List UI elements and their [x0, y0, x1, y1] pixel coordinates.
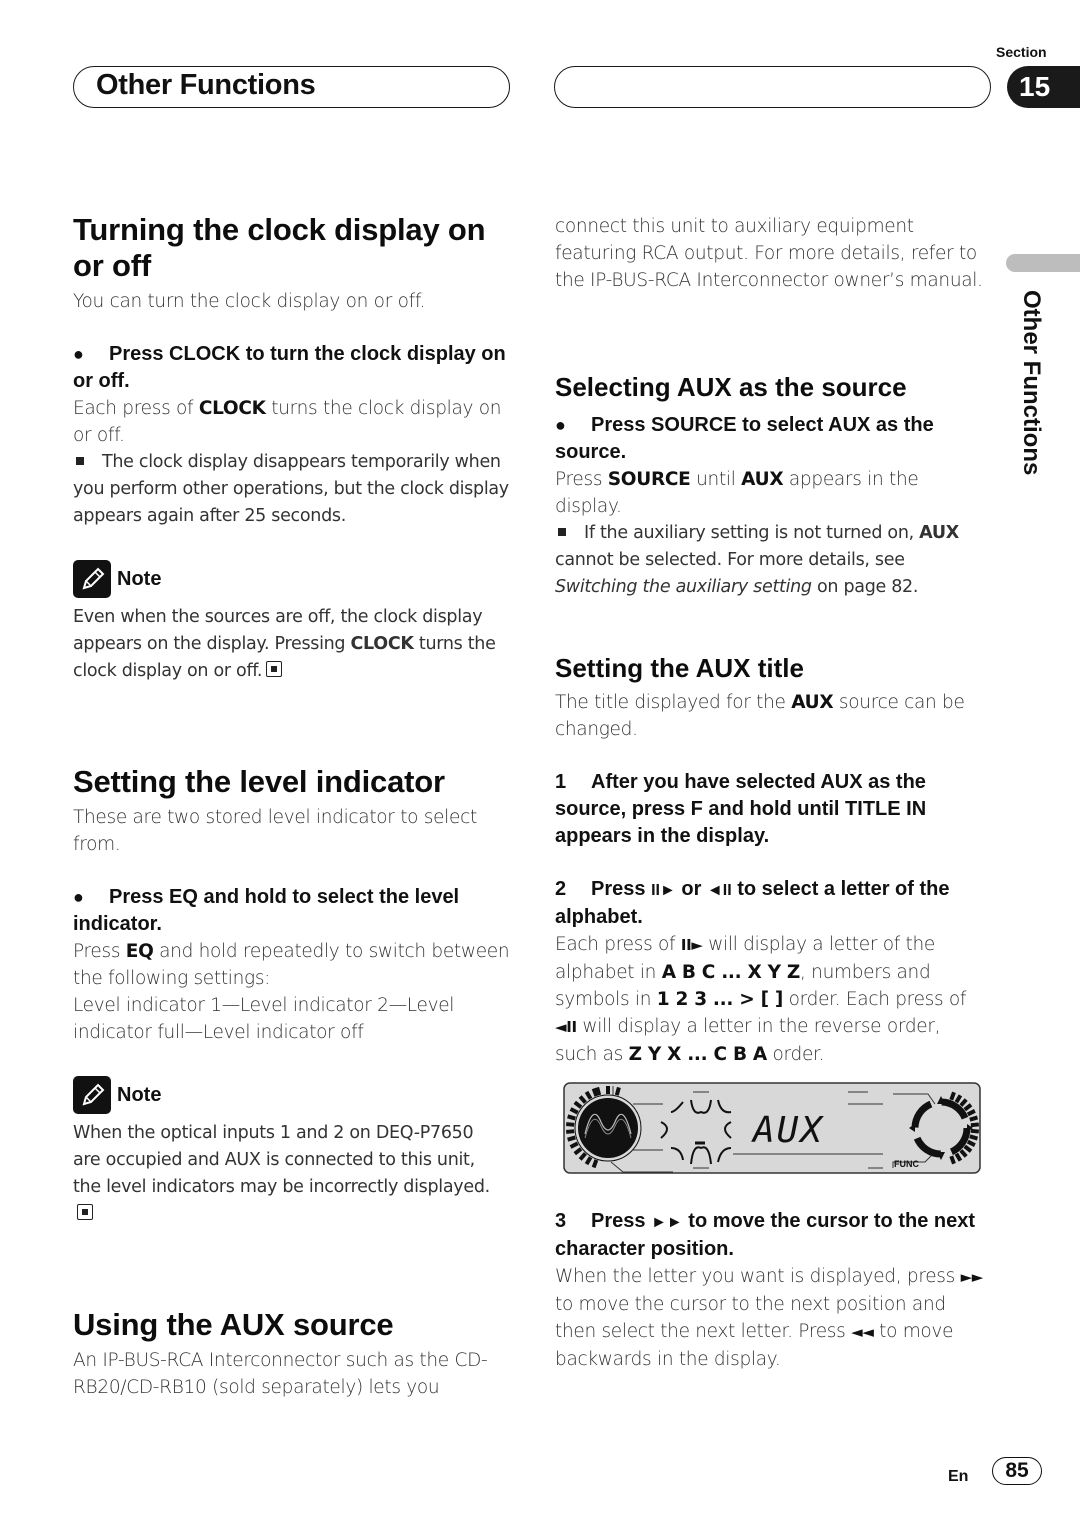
meter-tick — [595, 1086, 602, 1096]
square-bullet-icon — [558, 528, 566, 536]
select-aux-step-text: Press SOURCE to select AUX as the source… — [555, 414, 934, 463]
section-label: Section — [996, 44, 1047, 60]
aux-intro-continued: connect this unit to auxiliary equipment… — [555, 216, 983, 291]
bullet-icon: ● — [73, 344, 84, 364]
clock-intro: You can turn the clock display on or off… — [73, 291, 426, 312]
clock-step-text: Press CLOCK to turn the clock display on… — [73, 343, 506, 392]
clock-heading: Turning the clock display on or off — [73, 212, 486, 283]
bullet-icon: ● — [555, 415, 566, 435]
rewind-icon: ◄◄ — [851, 1323, 874, 1341]
end-mark-icon — [266, 661, 283, 677]
fast-forward-icon: ►► — [960, 1268, 984, 1286]
meter-tick — [567, 1135, 576, 1142]
note-label: Note — [117, 567, 162, 590]
section-number-tab: 15 — [1007, 66, 1080, 108]
meter-tick — [970, 1122, 980, 1128]
step-2-body: Each press of II► will display a letter … — [555, 934, 967, 1065]
next-track-icon: II► — [680, 936, 703, 954]
header-empty-pill — [554, 66, 991, 108]
prev-track-icon: ◄II — [555, 1018, 577, 1036]
meter-tick — [565, 1122, 575, 1127]
page-header-title: Other Functions — [96, 69, 316, 101]
level-step: ● Press EQ and hold to select the level i… — [73, 884, 513, 938]
aux-title-intro: The title displayed for the AUX source c… — [555, 692, 965, 740]
language-label: En — [948, 1468, 969, 1485]
level-note-text: When the optical inputs 1 and 2 on DEQ-P… — [73, 1120, 503, 1228]
step-1-text: After you have selected AUX as the sourc… — [555, 771, 927, 847]
select-aux-body: Press SOURCE until AUX appears in the di… — [555, 469, 919, 517]
step-number: 3 — [555, 1210, 567, 1232]
meter-tick — [949, 1091, 956, 1101]
level-body: Press EQ and hold repeatedly to switch b… — [73, 941, 510, 989]
aux-section: Using the AUX source An IP-BUS-RCA Inter… — [73, 1307, 513, 1401]
step-3: 3 Press ►► to move the cursor to the next… — [555, 1210, 975, 1260]
meter-tick — [969, 1134, 979, 1141]
lcd-display-illustration: AUX FUNC — [563, 1082, 981, 1174]
step-number: 1 — [555, 771, 567, 793]
step-1: 1 After you have selected AUX as the sour… — [555, 769, 987, 850]
aux-intro: An IP-BUS-RCA Interconnector such as the… — [73, 1350, 488, 1398]
cross-reference-link: Switching the auxiliary setting — [555, 577, 812, 597]
aux-heading: Using the AUX source — [73, 1307, 394, 1342]
side-tab-marker — [1006, 254, 1080, 272]
next-track-icon: II► — [651, 882, 676, 899]
meter-tick — [969, 1115, 979, 1122]
clock-note-header: Note — [73, 560, 513, 598]
meter-tick — [567, 1114, 576, 1121]
lcd-func-label: FUNC — [894, 1159, 919, 1169]
clock-section: Turning the clock display on or off You … — [73, 212, 513, 685]
clock-note-text: Even when the sources are off, the clock… — [73, 607, 496, 681]
select-aux-step: ● Press SOURCE to select AUX as the sourc… — [555, 412, 987, 466]
meter-tick — [949, 1155, 956, 1165]
meter-tick — [591, 1159, 599, 1169]
step-3-body: When the letter you want is displayed, p… — [555, 1266, 984, 1370]
page-number: 85 — [992, 1457, 1042, 1485]
select-aux-heading: Selecting AUX as the source — [555, 372, 907, 402]
lcd-aux-text: AUX — [751, 1110, 824, 1151]
square-bullet-icon — [76, 457, 84, 465]
meter-tick — [614, 1086, 621, 1096]
level-step-text: Press EQ and hold to select the level in… — [73, 886, 460, 935]
pencil-note-icon — [73, 1076, 111, 1114]
level-heading: Setting the level indicator — [73, 764, 445, 799]
level-intro: These are two stored level indicator to … — [73, 807, 477, 855]
pencil-note-icon — [73, 560, 111, 598]
level-sequence: Level indicator 1—Level indicator 2—Leve… — [73, 995, 455, 1043]
level-section: Setting the level indicator These are tw… — [73, 764, 513, 1228]
meter-tick — [970, 1128, 980, 1134]
aux-title-section: Setting the AUX title The title displaye… — [555, 653, 987, 1068]
note-label: Note — [117, 1083, 162, 1106]
side-tab-label: Other Functions — [1018, 290, 1045, 476]
clock-step: ● Press CLOCK to turn the clock display o… — [73, 341, 513, 395]
fast-forward-icon: ►► — [651, 1214, 683, 1231]
select-aux-section: Selecting AUX as the source ● Press SOURC… — [555, 372, 987, 601]
end-mark-icon — [77, 1204, 93, 1220]
aux-title-heading: Setting the AUX title — [555, 653, 804, 683]
bullet-icon: ● — [73, 887, 84, 907]
select-aux-tip: If the auxiliary setting is not turned o… — [555, 523, 959, 597]
step-number: 2 — [555, 878, 567, 900]
aux-continued: connect this unit to auxiliary equipment… — [555, 213, 987, 294]
header-title-pill: Other Functions — [73, 66, 510, 108]
step-3-section: 3 Press ►► to move the cursor to the next… — [555, 1208, 987, 1373]
clock-tip: The clock display disappears temporarily… — [73, 452, 509, 526]
step-2: 2 Press II► or ◄II to select a letter of … — [555, 878, 950, 928]
clock-body: Each press of CLOCK turns the clock disp… — [73, 398, 502, 446]
prev-track-icon: ◄II — [706, 882, 732, 899]
meter-tick — [565, 1129, 575, 1134]
level-note-header: Note — [73, 1076, 513, 1114]
